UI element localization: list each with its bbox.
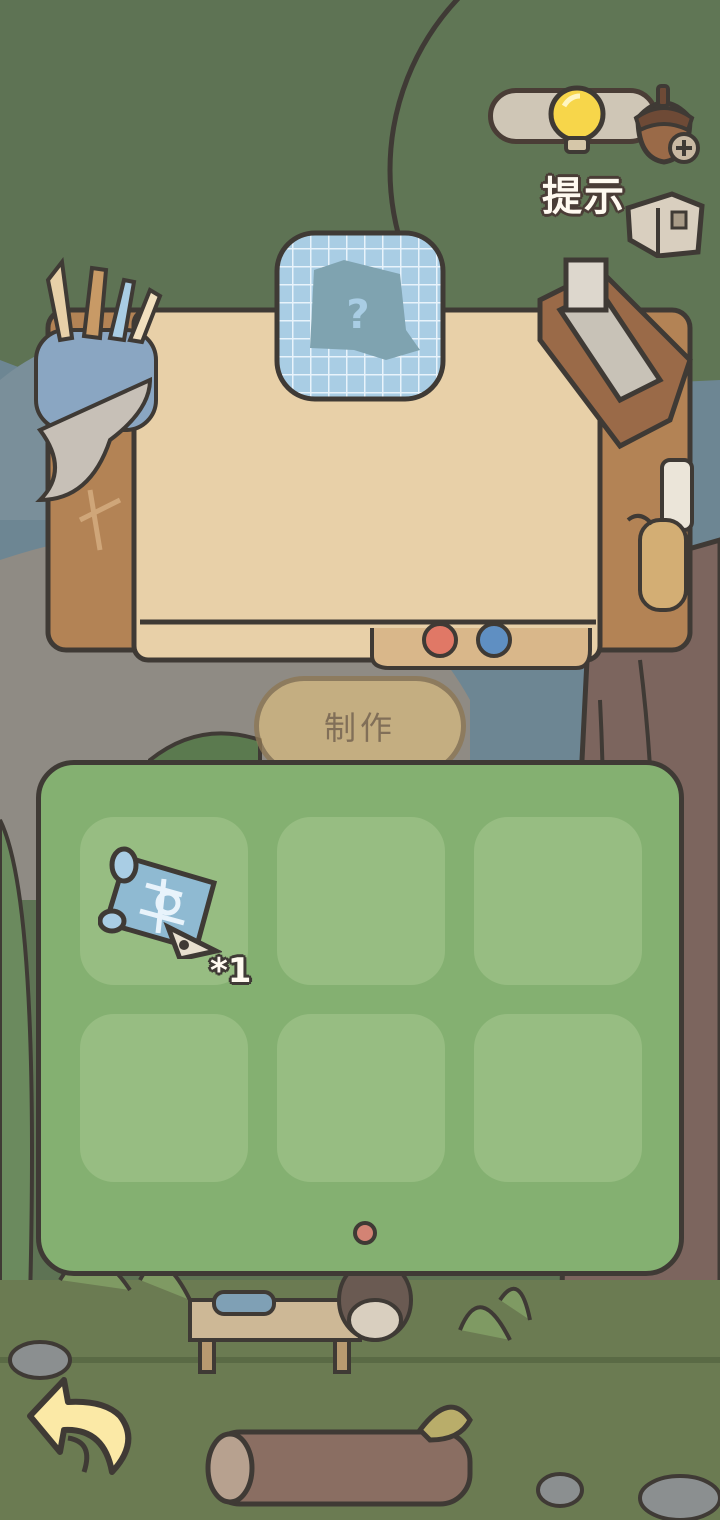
page-indicator-dot[interactable] bbox=[353, 1221, 377, 1245]
acorn-icon[interactable] bbox=[628, 78, 700, 170]
inventory-panel: *1 bbox=[36, 760, 684, 1276]
svg-text:?: ? bbox=[346, 292, 369, 338]
inventory-slot-6[interactable] bbox=[474, 1014, 642, 1182]
target-recipe-slot[interactable]: ? bbox=[274, 230, 446, 402]
inventory-slot-3[interactable] bbox=[474, 817, 642, 985]
item-count: *1 bbox=[210, 951, 252, 991]
inventory-slot-5[interactable] bbox=[277, 1014, 445, 1182]
inventory-slot-1[interactable]: *1 bbox=[80, 817, 251, 991]
blueprint-scroll-icon bbox=[98, 846, 222, 959]
lightbulb-icon bbox=[548, 85, 606, 154]
back-arrow-icon[interactable] bbox=[24, 1372, 142, 1482]
hint-book-icon bbox=[625, 191, 705, 258]
hint-label[interactable]: 提示 bbox=[542, 164, 626, 222]
inventory-slot-2[interactable] bbox=[277, 817, 445, 985]
inventory-slot-4[interactable] bbox=[80, 1014, 248, 1182]
hint-area[interactable]: 提示 bbox=[488, 78, 710, 258]
